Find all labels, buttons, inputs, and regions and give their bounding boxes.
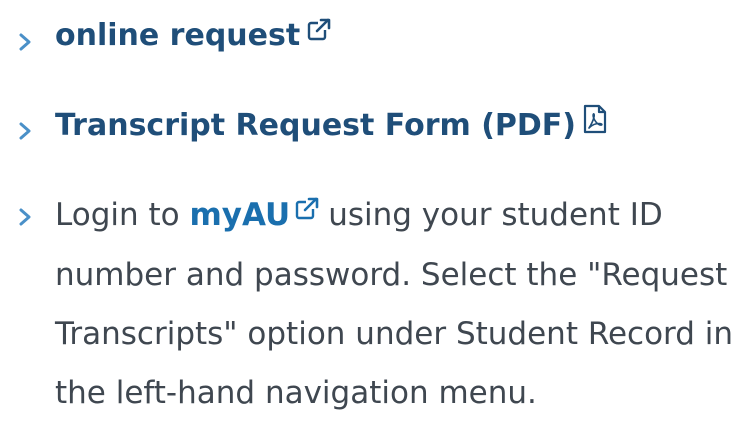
external-link-icon bbox=[294, 183, 320, 242]
chevron-right-icon bbox=[18, 121, 34, 141]
chevron-right-icon bbox=[18, 207, 34, 227]
online-request-link[interactable]: online request bbox=[55, 18, 332, 53]
instruction-prefix: Login to bbox=[55, 197, 180, 233]
chevron-right-icon bbox=[18, 32, 34, 52]
list-item-transcript-form: Transcript Request Form (PDF) bbox=[0, 104, 748, 157]
transcript-request-form-link[interactable]: Transcript Request Form (PDF) bbox=[55, 104, 608, 143]
transcript-request-form-link-label: Transcript Request Form (PDF) bbox=[55, 107, 577, 143]
external-link-icon bbox=[306, 16, 332, 51]
pdf-icon bbox=[582, 104, 608, 142]
list-item-online-request: online request bbox=[0, 18, 748, 68]
myau-link-label: myAU bbox=[189, 197, 291, 233]
list-item-myau-login: Login to myAU using your student ID numb… bbox=[0, 186, 748, 426]
online-request-link-label: online request bbox=[55, 18, 301, 53]
myau-link[interactable]: myAU bbox=[189, 197, 328, 233]
myau-instructions: Login to myAU using your student ID numb… bbox=[55, 186, 740, 423]
transcript-options-list: online request Transcript Request Form (… bbox=[0, 0, 748, 428]
